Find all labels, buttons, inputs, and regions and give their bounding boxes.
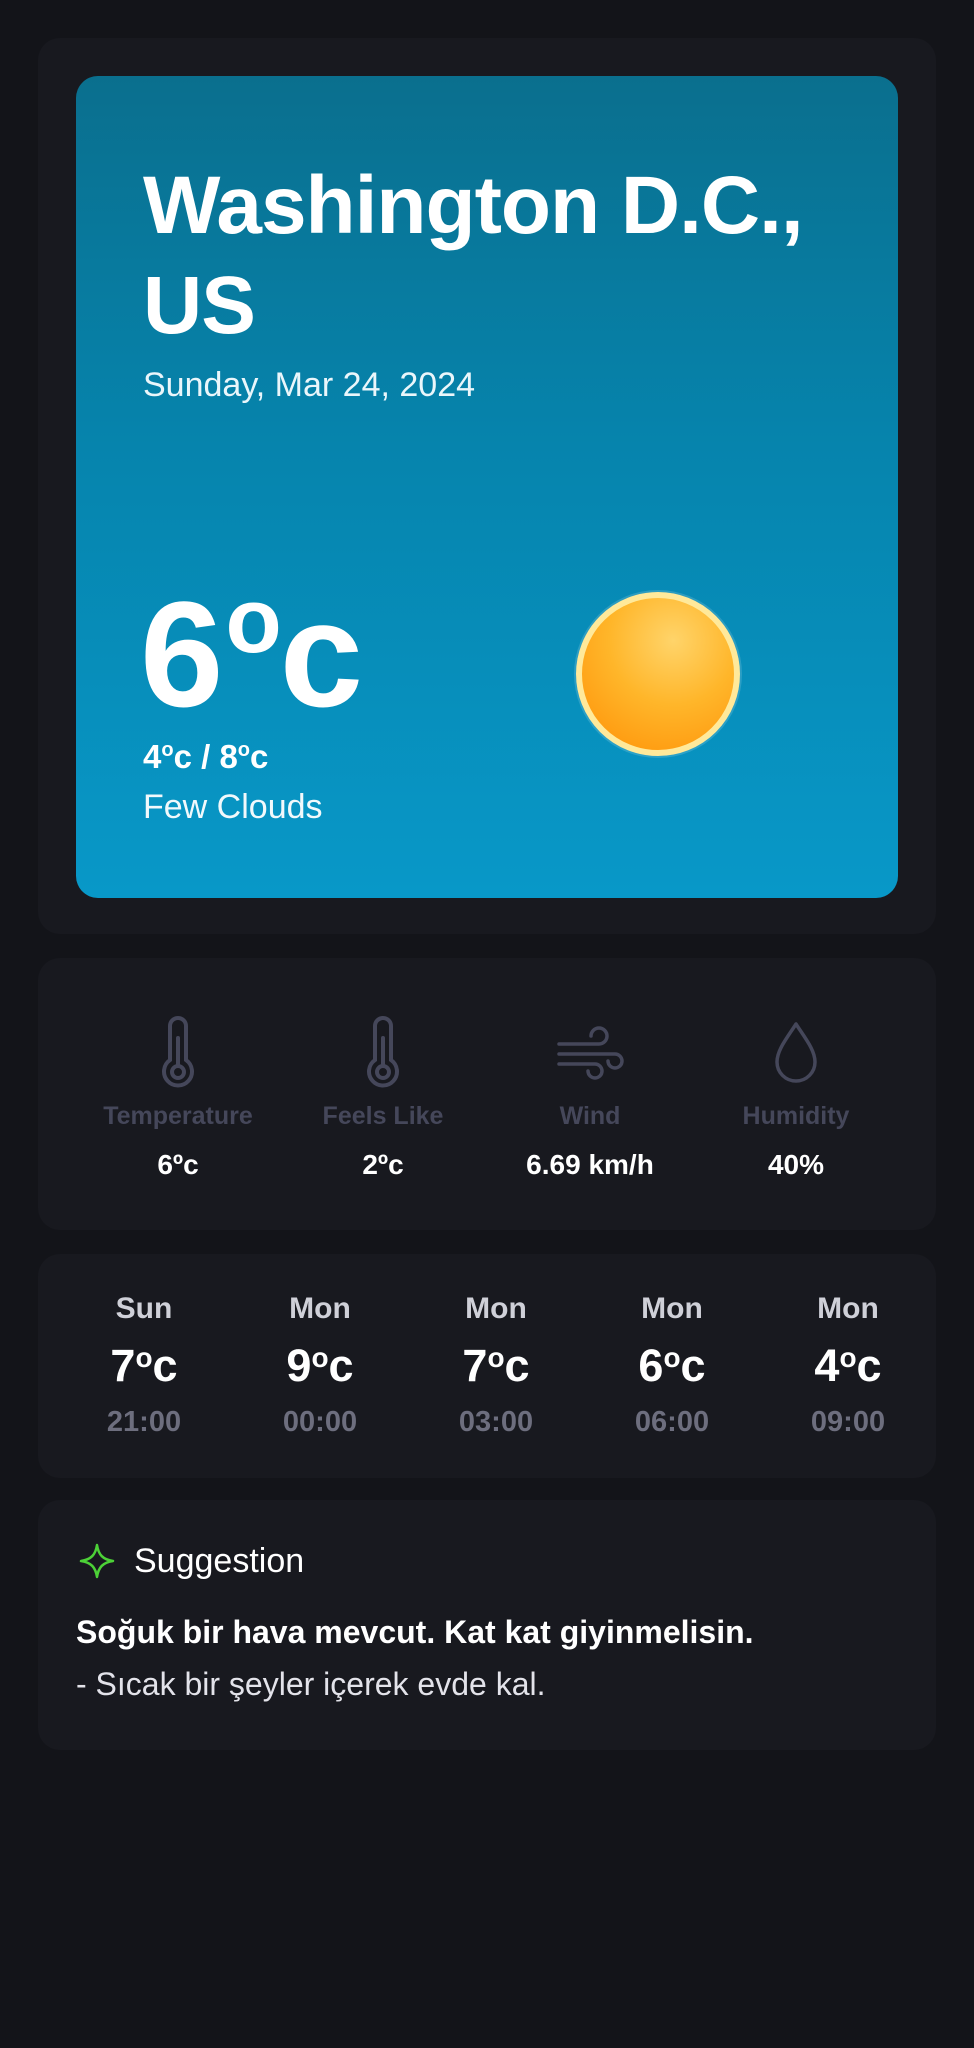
temperature-unit: c xyxy=(279,570,363,738)
thermometer-icon xyxy=(162,1016,194,1088)
degree-symbol: o xyxy=(663,1342,681,1373)
current-date: Sunday, Mar 24, 2024 xyxy=(143,366,476,404)
forecast-temp-unit: c xyxy=(504,1340,530,1391)
temp-low: 4 xyxy=(143,738,162,775)
forecast-temp: 9oc xyxy=(240,1340,400,1392)
stat-label: Humidity xyxy=(742,1102,850,1130)
stat-value: 6.69 km/h xyxy=(526,1149,654,1180)
range-separator: c / xyxy=(173,738,220,775)
forecast-temp-value: 7 xyxy=(462,1340,488,1391)
forecast-temp-unit: c xyxy=(856,1340,882,1391)
forecast-temp-value: 4 xyxy=(814,1340,840,1391)
forecast-temp: 7oc xyxy=(64,1340,224,1392)
forecast-item: Mon 9oc 00:00 xyxy=(240,1292,400,1439)
stat-temperature: Temperature 6ºc xyxy=(78,1016,278,1181)
current-temperature: 6oc xyxy=(140,536,363,739)
forecast-temp-value: 6 xyxy=(638,1340,664,1391)
forecast-temp: 7oc xyxy=(416,1340,576,1392)
forecast-day: Mon xyxy=(817,1292,879,1325)
stat-label: Wind xyxy=(559,1102,621,1130)
forecast-time: 06:00 xyxy=(634,1406,710,1438)
forecast-time: 00:00 xyxy=(282,1406,358,1438)
range-unit: c xyxy=(250,738,269,775)
forecast-day: Sun xyxy=(115,1292,173,1325)
stat-label: Feels Like xyxy=(322,1102,444,1130)
degree-symbol: o xyxy=(225,570,281,672)
forecast-temp-unit: c xyxy=(152,1340,178,1391)
degree-symbol: o xyxy=(161,739,174,761)
forecast-day: Mon xyxy=(465,1292,527,1325)
hourly-forecast-panel: Sun 7oc 21:00 Mon 9oc 00:00 Mon 7oc 03:0… xyxy=(38,1254,936,1478)
forecast-item: Mon 4oc 09:00 xyxy=(768,1292,928,1439)
degree-symbol: o xyxy=(135,1342,153,1373)
current-weather-card: Washington D.C., US Sunday, Mar 24, 2024… xyxy=(76,76,898,898)
stat-wind: Wind 6.69 km/h xyxy=(490,1016,690,1181)
suggestion-panel: Suggestion Soğuk bir hava mevcut. Kat ka… xyxy=(38,1500,936,1750)
suggestion-title: Suggestion xyxy=(134,1542,305,1580)
degree-symbol: o xyxy=(311,1342,329,1373)
stat-humidity: Humidity 40% xyxy=(696,1016,896,1181)
stat-feels-like: Feels Like 2ºc xyxy=(283,1016,483,1181)
forecast-temp-unit: c xyxy=(328,1340,354,1391)
weather-description: Few Clouds xyxy=(143,788,323,826)
forecast-temp-value: 7 xyxy=(110,1340,136,1391)
temp-high: 8 xyxy=(219,738,238,775)
stat-value: 6ºc xyxy=(157,1149,199,1180)
forecast-time: 21:00 xyxy=(106,1406,182,1438)
wind-icon xyxy=(557,1026,624,1080)
suggestion-headline: Soğuk bir hava mevcut. Kat kat giyinmeli… xyxy=(76,1614,754,1650)
forecast-time: 09:00 xyxy=(810,1406,886,1438)
degree-symbol: o xyxy=(487,1342,505,1373)
degree-symbol: o xyxy=(839,1342,857,1373)
thermometer-icon xyxy=(367,1016,399,1088)
forecast-temp-value: 9 xyxy=(286,1340,312,1391)
forecast-temp-unit: c xyxy=(680,1340,706,1391)
forecast-item: Sun 7oc 21:00 xyxy=(64,1292,224,1439)
stat-value: 40% xyxy=(767,1149,825,1180)
degree-symbol: o xyxy=(237,739,251,761)
forecast-item: Mon 6oc 06:00 xyxy=(592,1292,752,1439)
stat-value: 2ºc xyxy=(362,1149,404,1180)
forecast-temp: 6oc xyxy=(592,1340,752,1392)
sparkle-icon xyxy=(79,1543,115,1579)
sun-icon xyxy=(576,592,740,756)
city-title: Washington D.C., US xyxy=(143,160,804,351)
forecast-temp: 4oc xyxy=(768,1340,928,1392)
droplet-icon xyxy=(775,1022,817,1083)
temperature-range: 4oc / 8oc xyxy=(143,738,268,776)
forecast-day: Mon xyxy=(641,1292,703,1325)
forecast-day: Mon xyxy=(289,1292,351,1325)
stat-label: Temperature xyxy=(103,1102,253,1130)
stats-panel: Temperature 6ºc Feels Like 2ºc Wind 6.69… xyxy=(38,958,936,1230)
forecast-item: Mon 7oc 03:00 xyxy=(416,1292,576,1439)
suggestion-detail: - Sıcak bir şeyler içerek evde kal. xyxy=(76,1666,546,1702)
current-temperature-value: 6 xyxy=(140,570,223,738)
forecast-time: 03:00 xyxy=(458,1406,534,1438)
